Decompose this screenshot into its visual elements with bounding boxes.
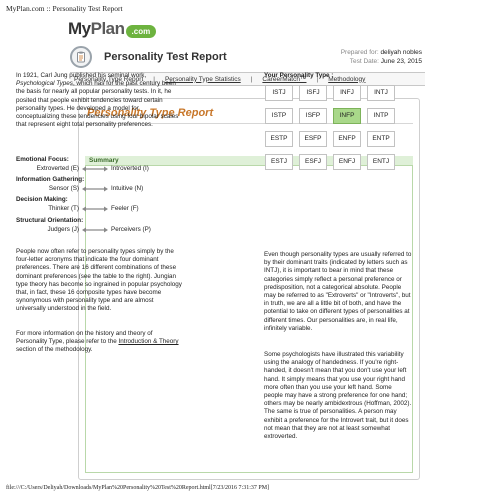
dimension-right: Intuitive (N) [111, 184, 144, 192]
type-cell-entj: ENTJ [367, 154, 395, 170]
nav-separator: | [250, 75, 253, 83]
more-info-text-end: section of the methodology. [16, 346, 93, 354]
type-cell-enfj: ENFJ [333, 154, 361, 170]
browser-footer-path: file:///C:/Users/Deliyah/Downloads/MyPla… [6, 485, 270, 491]
personality-type-grid: ISTJ ISFJ INFJ INTJ ISTP ISFP INFP INTP ESTP ESFP… [265, 85, 395, 170]
test-date-label: Test Date: [349, 58, 379, 65]
type-cell-entp: ENTP [367, 131, 395, 147]
dimension-heading: Structural Orientation: [16, 217, 84, 224]
paragraph-16-types: People now often refer to personality ty… [16, 248, 182, 313]
type-cell-intj: INTJ [367, 85, 395, 101]
dimension-heading: Information Gathering: [16, 176, 85, 183]
double-arrow-icon [82, 186, 108, 192]
type-cell-esfp: ESFP [299, 131, 327, 147]
dimension-right: Introverted (I) [111, 164, 149, 172]
double-arrow-icon [82, 166, 108, 172]
paragraph-handedness: Some psychologists have illustrated this… [264, 351, 412, 441]
type-cell-intp: INTP [367, 108, 395, 124]
dimension-structural-orientation: Structural Orientation: Judgers (J) Perc… [16, 217, 181, 234]
prepared-label: Prepared for: [340, 49, 379, 56]
dimension-left: Thinker (T) [48, 204, 79, 212]
report-header: Personality Test Report Prepared for: de… [70, 44, 422, 70]
dimension-decision-making: Decision Making: Thinker (T) Feeler (F) [16, 196, 181, 213]
double-arrow-icon [82, 227, 108, 233]
nav-methodology[interactable]: Methodology [328, 76, 365, 83]
logo-plan: Plan [90, 19, 125, 38]
dimension-left: Judgers (J) [47, 225, 80, 233]
report-clipboard-icon [70, 46, 92, 68]
type-cell-enfp: ENFP [333, 131, 361, 147]
type-cell-istj: ISTJ [265, 85, 293, 101]
report-title: Personality Test Report [104, 51, 227, 63]
report-meta: Prepared for: deliyah nobles Test Date: … [341, 48, 422, 66]
type-cell-esfj: ESFJ [299, 154, 327, 170]
logo-badge: .com [125, 25, 157, 38]
intro-text-1: In 1921, Carl Jung published his seminal… [16, 72, 147, 79]
dimension-heading: Emotional Focus: [16, 156, 69, 163]
dimension-emotional-focus: Emotional Focus: Extroverted (E) Introve… [16, 156, 181, 173]
dimension-heading: Decision Making: [16, 196, 68, 203]
dimension-information-gathering: Information Gathering: Sensor (S) Intuit… [16, 176, 181, 193]
test-date-value: June 23, 2015 [380, 58, 422, 65]
logo-my: My [68, 19, 91, 38]
intro-paragraph: In 1921, Carl Jung published his seminal… [16, 72, 184, 129]
dimension-left: Sensor (S) [48, 184, 79, 192]
type-cell-istp: ISTP [265, 108, 293, 124]
introduction-theory-link[interactable]: Introduction & Theory [118, 338, 178, 345]
dimension-left: Extroverted (E) [36, 164, 79, 172]
intro-book-title: Psychological Types [16, 80, 73, 88]
dimension-right: Perceivers (P) [111, 225, 151, 233]
paragraph-traits: Even though personality types are usuall… [264, 251, 412, 332]
myplan-logo[interactable]: MyPlan .com [68, 18, 157, 40]
type-cell-isfp: ISFP [299, 108, 327, 124]
double-arrow-icon [82, 206, 108, 212]
browser-title: MyPlan.com :: Personality Test Report [6, 4, 123, 13]
type-cell-infp: INFP [333, 108, 361, 124]
type-cell-infj: INFJ [333, 85, 361, 101]
type-cell-estj: ESTJ [265, 154, 293, 170]
paragraph-more-info: For more information on the history and … [16, 330, 184, 355]
dimension-right: Feeler (F) [111, 204, 139, 212]
personality-type-title: Your Personality Type : [264, 72, 334, 79]
type-cell-isfj: ISFJ [299, 85, 327, 101]
type-cell-estp: ESTP [265, 131, 293, 147]
prepared-value: deliyah nobles [380, 49, 422, 56]
intro-text-2: , which has for the past century been th… [16, 80, 179, 129]
